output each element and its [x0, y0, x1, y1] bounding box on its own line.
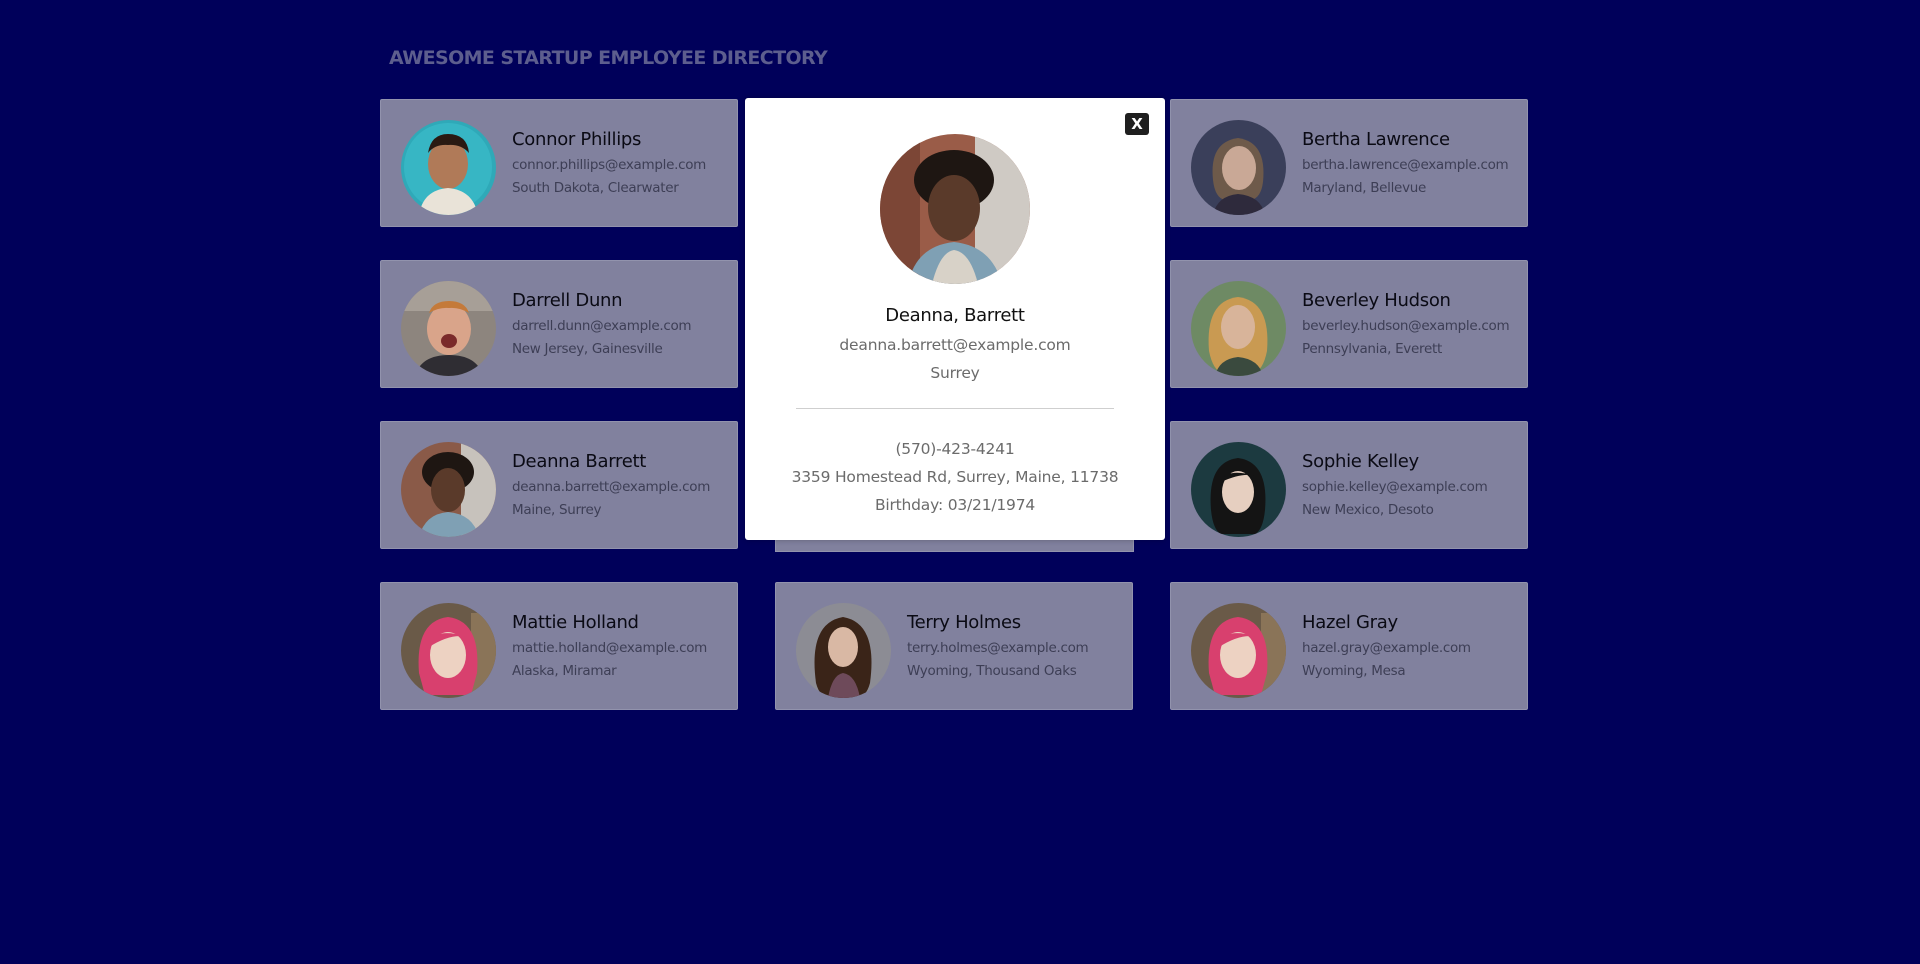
- employee-name: Connor Phillips: [512, 129, 642, 150]
- employee-name: Mattie Holland: [512, 612, 639, 633]
- modal-employee-email: deanna.barrett@example.com: [839, 336, 1071, 354]
- modal-employee-photo: [880, 134, 1030, 284]
- modal-divider: [796, 408, 1114, 409]
- employee-location: Pennsylvania, Everett: [1302, 341, 1442, 357]
- employee-name: Sophie Kelley: [1302, 451, 1419, 472]
- employee-card-mattie-holland[interactable]: Mattie Holland mattie.holland@example.co…: [380, 582, 738, 710]
- employee-card-darrell-dunn[interactable]: Darrell Dunn darrell.dunn@example.com Ne…: [380, 260, 738, 388]
- employee-photo: [1191, 281, 1286, 376]
- employee-name: Deanna Barrett: [512, 451, 646, 472]
- employee-card-bertha-lawrence[interactable]: Bertha Lawrence bertha.lawrence@example.…: [1170, 99, 1528, 227]
- employee-photo: [401, 442, 496, 537]
- employee-photo: [796, 603, 891, 698]
- employee-location: New Mexico, Desoto: [1302, 502, 1434, 518]
- employee-location: Maryland, Bellevue: [1302, 180, 1427, 196]
- modal-employee-birthday: Birthday: 03/21/1974: [874, 496, 1036, 514]
- employee-card-connor-phillips[interactable]: Connor Phillips connor.phillips@example.…: [380, 99, 738, 227]
- employee-location: Maine, Surrey: [512, 502, 602, 518]
- employee-location: Wyoming, Mesa: [1302, 663, 1406, 679]
- employee-photo: [401, 120, 496, 215]
- modal-employee-phone: (570)-423-4241: [895, 440, 1015, 458]
- employee-photo: [1191, 603, 1286, 698]
- employee-name: Bertha Lawrence: [1302, 129, 1450, 150]
- page-title: AWESOME STARTUP EMPLOYEE DIRECTORY: [389, 47, 828, 69]
- employee-location: South Dakota, Clearwater: [512, 180, 679, 196]
- employee-photo: [401, 281, 496, 376]
- employee-email: darrell.dunn@example.com: [512, 318, 692, 334]
- employee-location: Alaska, Miramar: [512, 663, 617, 679]
- employee-name: Hazel Gray: [1302, 612, 1398, 633]
- employee-card-hazel-gray[interactable]: Hazel Gray hazel.gray@example.com Wyomin…: [1170, 582, 1528, 710]
- employee-card-beverley-hudson[interactable]: Beverley Hudson beverley.hudson@example.…: [1170, 260, 1528, 388]
- employee-email: sophie.kelley@example.com: [1302, 479, 1488, 495]
- employee-card-deanna-barrett[interactable]: Deanna Barrett deanna.barrett@example.co…: [380, 421, 738, 549]
- employee-photo: [1191, 120, 1286, 215]
- employee-detail-modal: X Deanna, Barrett deanna.barrett@example…: [745, 98, 1165, 540]
- employee-email: bertha.lawrence@example.com: [1302, 157, 1509, 173]
- employee-email: connor.phillips@example.com: [512, 157, 707, 173]
- employee-name: Beverley Hudson: [1302, 290, 1451, 311]
- employee-email: mattie.holland@example.com: [512, 640, 708, 656]
- employee-location: Wyoming, Thousand Oaks: [907, 663, 1077, 679]
- employee-email: hazel.gray@example.com: [1302, 640, 1471, 656]
- employee-card-terry-holmes[interactable]: Terry Holmes terry.holmes@example.com Wy…: [775, 582, 1133, 710]
- employee-photo: [1191, 442, 1286, 537]
- modal-employee-address: 3359 Homestead Rd, Surrey, Maine, 11738: [791, 468, 1119, 486]
- employee-email: terry.holmes@example.com: [907, 640, 1089, 656]
- close-button[interactable]: X: [1125, 113, 1149, 135]
- employee-name: Darrell Dunn: [512, 290, 623, 311]
- employee-photo: [401, 603, 496, 698]
- employee-email: beverley.hudson@example.com: [1302, 318, 1510, 334]
- employee-email: deanna.barrett@example.com: [512, 479, 711, 495]
- modal-employee-city: Surrey: [930, 364, 980, 382]
- employee-card-sophie-kelley[interactable]: Sophie Kelley sophie.kelley@example.com …: [1170, 421, 1528, 549]
- modal-employee-name: Deanna, Barrett: [885, 305, 1025, 326]
- employee-name: Terry Holmes: [907, 612, 1021, 633]
- employee-location: New Jersey, Gainesville: [512, 341, 663, 357]
